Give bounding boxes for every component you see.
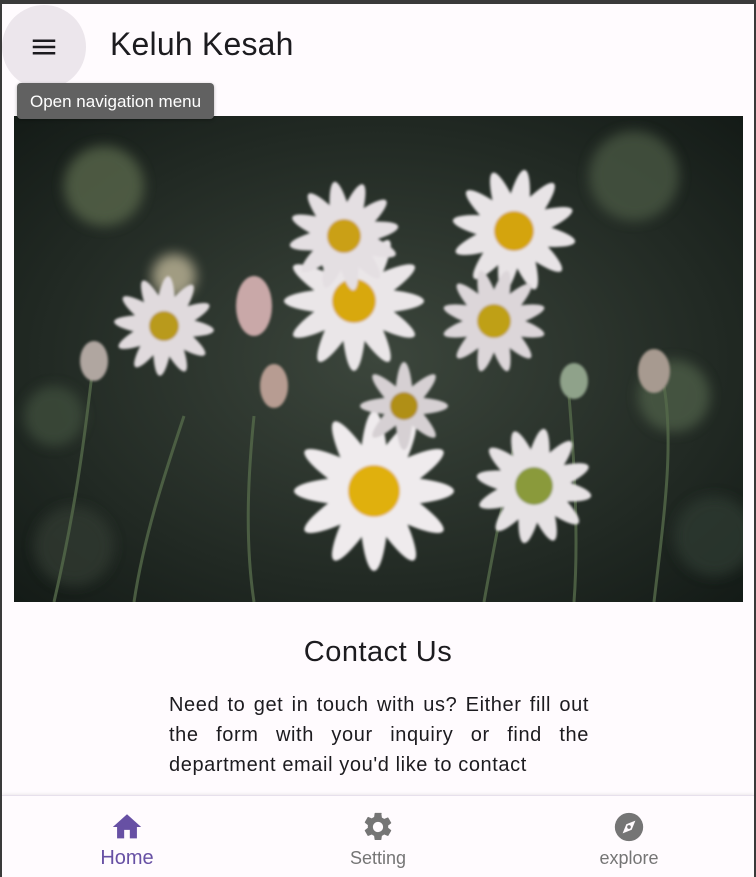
app-screen: Keluh Kesah Contact Us Need to get in to… (2, 4, 754, 877)
nav-explore[interactable]: explore (529, 796, 729, 877)
home-icon (112, 814, 142, 839)
navigation-tooltip: Open navigation menu (17, 83, 215, 119)
daisy-photo (14, 116, 743, 602)
app-title: Keluh Kesah (110, 26, 294, 62)
bottom-navigation: Home Setting explore (2, 795, 754, 877)
contact-description: Need to get in touch with us? Either fil… (169, 694, 589, 776)
app-bar: Keluh Kesah (2, 4, 754, 92)
menu-button[interactable] (2, 5, 86, 89)
gear-icon (364, 812, 392, 841)
hero-image (14, 116, 743, 602)
nav-setting-label: Setting (349, 848, 407, 868)
menu-icon (32, 39, 56, 55)
nav-explore-label: explore (599, 848, 659, 868)
nav-home[interactable]: Home (27, 796, 227, 877)
contact-title: Contact Us (303, 636, 453, 668)
nav-home-label: Home (100, 847, 154, 869)
nav-setting[interactable]: Setting (278, 796, 478, 877)
compass-icon (614, 812, 644, 842)
